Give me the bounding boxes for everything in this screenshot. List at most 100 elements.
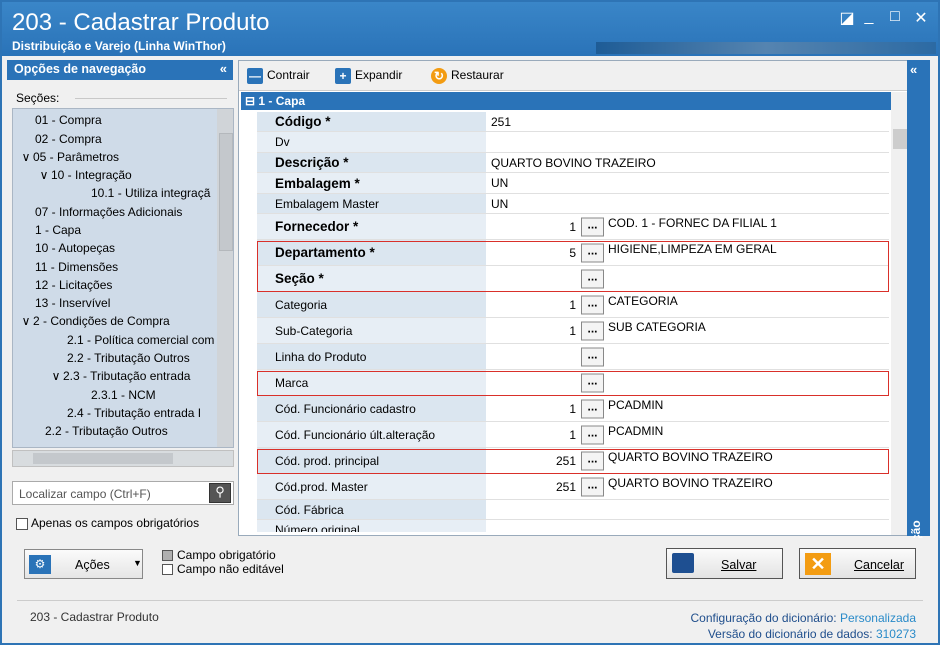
contrair-button[interactable]: — Contrair [247, 68, 310, 84]
sections-tree[interactable]: 01 - Compra 02 - Compra ∨ 05 - Parâmetros… [12, 108, 234, 448]
lookup-ellipsis-button[interactable]: ... [581, 399, 604, 418]
only-required-checkbox[interactable]: Apenas os campos obrigatórios [16, 516, 199, 530]
save-button[interactable]: Salvar [666, 548, 783, 579]
tree-hscroll-thumb[interactable] [33, 453, 173, 464]
field-row: Sub-Categoria 1... SUB CATEGORIA [257, 318, 889, 344]
field-code-input[interactable]: 251 [488, 474, 579, 499]
close-button[interactable]: ✕ [910, 8, 932, 28]
tree-item[interactable]: 2.4 - Tributação entrada I [67, 404, 201, 422]
navigation-panel: Opções de navegação « Seções: 01 - Compr… [7, 60, 234, 536]
fields-grid: Código * 251 Dv Descrição * QUARTO BOVINO TR… [257, 112, 889, 532]
actions-icon: ⚙ [29, 555, 51, 574]
collapse-info-button[interactable]: « [910, 62, 917, 77]
field-value-input[interactable] [488, 500, 889, 519]
tree-item[interactable]: ∨ 2.3 - Tributação entrada [49, 367, 191, 385]
field-label: Dv [257, 132, 486, 152]
chevron-down-icon[interactable]: ∨ [37, 166, 51, 184]
field-code-input[interactable]: 1 [488, 396, 579, 421]
maximize-button[interactable]: □ [884, 8, 906, 26]
grid-scroll-thumb[interactable] [893, 129, 907, 149]
only-required-label: Apenas os campos obrigatórios [31, 516, 200, 530]
field-code-input[interactable]: 1 [488, 214, 579, 239]
field-label: Embalagem Master [257, 194, 486, 213]
field-label: Embalagem * [257, 173, 486, 193]
field-value-input[interactable]: UN [488, 194, 889, 213]
field-label: Descrição * [257, 153, 486, 172]
tree-item[interactable]: ∨ 05 - Parâmetros [19, 148, 119, 166]
tree-item[interactable]: 07 - Informações Adicionais [35, 203, 182, 221]
field-code-input[interactable]: 1 [488, 318, 579, 343]
minimize-button[interactable]: _ [858, 8, 880, 26]
collapse-nav-button[interactable]: « [220, 61, 227, 76]
close-icon: ✕ [805, 553, 831, 575]
restore-icon[interactable]: ◪ [836, 8, 858, 28]
field-code-input[interactable] [488, 344, 579, 369]
tree-item[interactable]: 11 - Dimensões [35, 258, 118, 276]
lookup-ellipsis-button[interactable]: ... [581, 477, 604, 496]
required-legend-swatch [162, 550, 173, 562]
field-value-input[interactable] [488, 132, 889, 152]
checkbox-icon[interactable] [16, 517, 28, 530]
tree-item[interactable]: 10.1 - Utiliza integraçã [91, 184, 210, 202]
navigation-title: Opções de navegação [14, 62, 147, 76]
field-description: PCADMIN [608, 398, 664, 412]
tree-item[interactable]: 2.1 - Política comercial com [67, 331, 214, 349]
field-value-input[interactable]: QUARTO BOVINO TRAZEIRO [488, 153, 889, 172]
app-window: 203 - Cadastrar Produto Distribuição e V… [0, 0, 940, 645]
lookup-ellipsis-button[interactable]: ... [581, 295, 604, 314]
lookup-ellipsis-button[interactable]: ... [581, 425, 604, 444]
search-icon[interactable]: ⚲ [209, 483, 231, 503]
field-code-input[interactable]: 1 [488, 292, 579, 317]
info-panel[interactable]: « Informação [907, 60, 930, 585]
tree-item[interactable]: 1 - Capa [35, 221, 81, 239]
lookup-ellipsis-button[interactable]: ... [581, 347, 604, 366]
lookup-ellipsis-button[interactable]: ... [581, 321, 604, 340]
field-value-input[interactable]: 251 [488, 112, 889, 131]
find-field-input[interactable]: Localizar campo (Ctrl+F) [12, 481, 234, 505]
tree-item[interactable]: 2.2 - Tributação Outros [67, 349, 190, 367]
field-label: Número original [257, 520, 486, 532]
field-label: Cód.prod. Master [257, 474, 486, 499]
tree-item[interactable]: 12 - Licitações [35, 276, 112, 294]
noneditable-legend-swatch [162, 564, 173, 576]
footer-title: 203 - Cadastrar Produto [30, 610, 159, 624]
field-description: PCADMIN [608, 424, 664, 438]
field-label: Sub-Categoria [257, 318, 486, 343]
field-value-input[interactable]: UN [488, 173, 889, 193]
chevron-down-icon[interactable]: ▼ [133, 558, 142, 568]
field-label: Código * [257, 112, 486, 131]
tree-item[interactable]: 01 - Compra [35, 111, 102, 129]
form-toolbar: — Contrair + Expandir ↻ Restaurar [239, 61, 917, 91]
tree-item[interactable]: 10 - Autopeças [35, 239, 115, 257]
field-label: Cód. Funcionário últ.alteração [257, 422, 486, 447]
title-bar: 203 - Cadastrar Produto Distribuição e V… [2, 2, 938, 56]
section-header[interactable]: ⊟ 1 - Capa [241, 92, 891, 110]
field-description: SUB CATEGORIA [608, 320, 706, 334]
restaurar-button[interactable]: ↻ Restaurar [431, 68, 504, 84]
tree-item[interactable]: 02 - Compra [35, 130, 102, 148]
tree-item[interactable]: 13 - Inservível [35, 294, 110, 312]
chevron-down-icon[interactable]: ∨ [49, 367, 63, 385]
field-row: Cód. Fábrica [257, 500, 889, 520]
expandir-button[interactable]: + Expandir [335, 68, 402, 84]
cancel-button[interactable]: ✕ Cancelar [799, 548, 916, 579]
field-row: Descrição * QUARTO BOVINO TRAZEIRO [257, 153, 889, 173]
chevron-down-icon[interactable]: ∨ [19, 148, 33, 166]
field-code-input[interactable]: 1 [488, 422, 579, 447]
footer-divider [17, 600, 923, 601]
acoes-button[interactable]: ⚙ Ações ▼ [24, 549, 143, 579]
tree-item[interactable]: 2.2 - Tributação Outros [45, 422, 168, 440]
field-value-input[interactable] [488, 520, 889, 532]
lookup-ellipsis-button[interactable]: ... [581, 217, 604, 236]
tree-item[interactable]: 2.3.1 - NCM [91, 386, 156, 404]
collapse-icon: — [247, 68, 263, 84]
chevron-down-icon[interactable]: ∨ [19, 312, 33, 330]
tree-item[interactable]: ∨ 2 - Condições de Compra [19, 312, 170, 330]
tree-item[interactable]: ∨ 10 - Integração [37, 166, 132, 184]
field-label: Categoria [257, 292, 486, 317]
tree-horizontal-scrollbar[interactable] [12, 450, 234, 467]
tree-scroll-thumb[interactable] [219, 133, 233, 251]
grid-scrollbar[interactable] [891, 92, 908, 535]
field-label: Fornecedor * [257, 214, 486, 239]
highlight-box [257, 241, 889, 292]
